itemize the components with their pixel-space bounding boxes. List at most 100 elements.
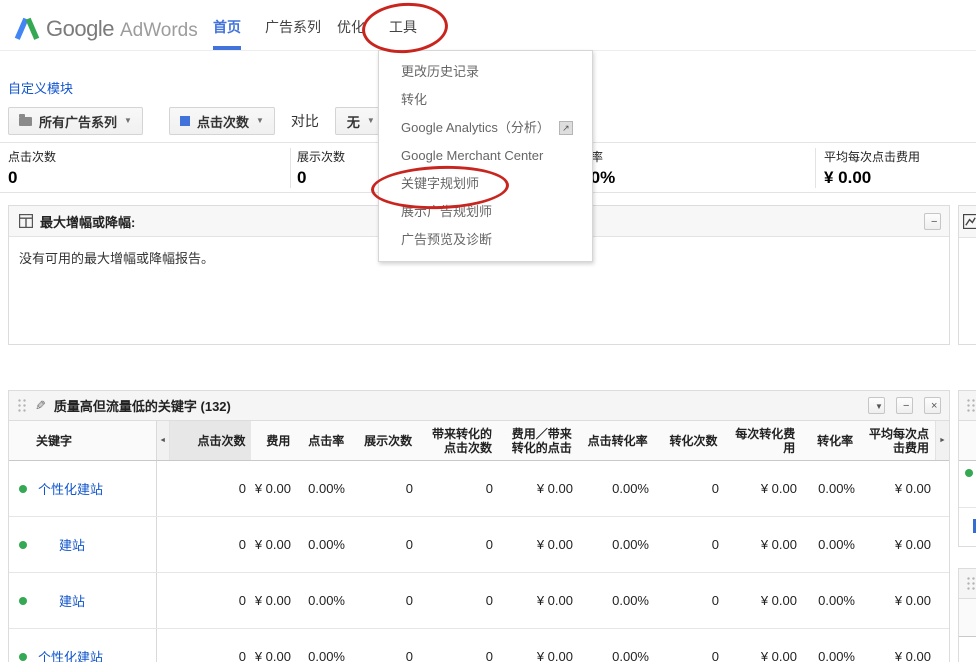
- panel-menu-button[interactable]: ▼: [868, 397, 885, 414]
- metric-cell: 0: [419, 461, 499, 516]
- customize-modules-link[interactable]: 自定义模块: [8, 78, 73, 97]
- column-header[interactable]: 展示次数: [350, 421, 418, 460]
- keyword-link[interactable]: 个性化建站: [38, 647, 103, 662]
- status-dot-icon: [19, 541, 27, 549]
- metric-cell: 0.00%: [803, 517, 861, 572]
- top-bar: Google AdWords 首页 广告系列优化 工具: [0, 0, 976, 51]
- minimize-panel-button[interactable]: −: [924, 213, 941, 230]
- metric-color-chip: [180, 116, 190, 126]
- metric-cell: 0: [419, 629, 499, 662]
- nav-item-工具[interactable]: 工具: [389, 17, 417, 37]
- scroll-columns-right-icon[interactable]: ►: [935, 421, 949, 460]
- column-header[interactable]: 费用: [251, 421, 296, 460]
- menu-item[interactable]: Google Merchant Center: [379, 142, 592, 170]
- close-panel-button[interactable]: ×: [924, 397, 941, 414]
- column-header[interactable]: 平均每次点击费用: [859, 421, 935, 460]
- metric-cell: ¥ 0.00: [252, 517, 297, 572]
- line-chart-icon: [963, 214, 976, 229]
- chevron-down-icon: ▼: [367, 117, 375, 125]
- keyword-cell: 建站: [9, 517, 157, 572]
- nav-item-优化[interactable]: 优化: [337, 17, 365, 37]
- metric-cell: 0: [655, 629, 725, 662]
- keyword-column-header: 关键字: [9, 421, 157, 460]
- column-header[interactable]: 点击转化率: [578, 421, 654, 460]
- metric-selector-button[interactable]: 点击次数 ▼: [169, 107, 275, 135]
- metric-cell: 0: [351, 461, 419, 516]
- menu-item-label: 展示广告规划师: [401, 198, 492, 226]
- stat-value: ¥ 0.00: [824, 168, 920, 188]
- tools-dropdown-menu: 更改历史记录转化Google Analytics（分析）↗Google Merc…: [378, 50, 593, 262]
- metric-cell: ¥ 0.00: [252, 629, 297, 662]
- metric-cell: 0: [351, 573, 419, 628]
- keyword-cell: 个性化建站: [9, 629, 157, 662]
- table-row: 个性化建站0¥ 0.000.00%00¥ 0.000.00%0¥ 0.000.0…: [9, 461, 949, 517]
- drag-handle-icon[interactable]: [17, 398, 27, 414]
- metric-cell: 0.00%: [579, 573, 655, 628]
- filter-row: 所有广告系列 ▼ 点击次数 ▼ 对比 无 ▼: [8, 107, 387, 135]
- table-row: 个性化建站0¥ 0.000.00%00¥ 0.000.00%0¥ 0.000.0…: [9, 629, 949, 662]
- table-row: 建站0¥ 0.000.00%00¥ 0.000.00%0¥ 0.000.00%¥…: [9, 573, 949, 629]
- metric-cell: ¥ 0.00: [725, 573, 803, 628]
- menu-item[interactable]: Google Analytics（分析）↗: [379, 114, 592, 142]
- keyword-table-titlebar: ✎ 质量高但流量低的关键字 (132) ▼ − ×: [9, 391, 949, 421]
- menu-item-label: 更改历史记录: [401, 58, 479, 86]
- metric-cell: ¥ 0.00: [499, 629, 579, 662]
- metric-cell: ¥ 0.00: [499, 461, 579, 516]
- keyword-table-body: 个性化建站0¥ 0.000.00%00¥ 0.000.00%0¥ 0.000.0…: [9, 461, 949, 662]
- metric-cell: ¥ 0.00: [861, 461, 937, 516]
- keyword-link[interactable]: 建站: [59, 535, 85, 554]
- keyword-cell: 建站: [9, 573, 157, 628]
- scroll-columns-left-icon[interactable]: ◄: [157, 421, 170, 460]
- stat-column: 平均每次点击费用 ¥ 0.00: [815, 148, 920, 188]
- keyword-table-title: 质量高但流量低的关键字 (132): [54, 396, 231, 415]
- folder-icon: [19, 117, 32, 126]
- campaign-filter-button[interactable]: 所有广告系列 ▼: [8, 107, 143, 135]
- metric-cell: ¥ 0.00: [725, 629, 803, 662]
- stat-label: 平均每次点击费用: [824, 148, 920, 165]
- nav-item-广告系列[interactable]: 广告系列: [265, 17, 321, 37]
- edit-pencil-icon[interactable]: ✎: [35, 398, 46, 414]
- menu-item[interactable]: 关键字规划师: [379, 170, 592, 198]
- column-header[interactable]: 转化次数: [654, 421, 724, 460]
- menu-item[interactable]: 广告预览及诊断: [379, 226, 592, 254]
- menu-item[interactable]: 更改历史记录: [379, 58, 592, 86]
- keyword-cell: 个性化建站: [9, 461, 157, 516]
- menu-item[interactable]: 展示广告规划师: [379, 198, 592, 226]
- right-chart-panel: [958, 205, 976, 345]
- metric-cell: ¥ 0.00: [861, 517, 937, 572]
- chevron-down-icon: ▼: [124, 117, 132, 125]
- metric-cell: 0: [157, 517, 252, 572]
- column-header[interactable]: 带来转化的点击次数: [418, 421, 498, 460]
- drag-handle-icon[interactable]: [966, 398, 976, 414]
- menu-item[interactable]: 转化: [379, 86, 592, 114]
- chevron-down-icon: ▼: [256, 117, 264, 125]
- nav-item-首页[interactable]: 首页: [213, 17, 241, 37]
- keyword-link[interactable]: 建站: [59, 591, 85, 610]
- metric-cell: 0.00%: [579, 517, 655, 572]
- status-dot-icon: [19, 653, 27, 661]
- column-header[interactable]: 费用／带来转化的点击: [498, 421, 578, 460]
- metric-cell: 0: [655, 461, 725, 516]
- column-header[interactable]: 每次转化费用: [723, 421, 801, 460]
- minimize-panel-button[interactable]: −: [896, 397, 913, 414]
- metric-cell: 0.00%: [297, 573, 351, 628]
- adwords-logo[interactable]: Google AdWords: [14, 10, 198, 42]
- metric-cell: ¥ 0.00: [252, 573, 297, 628]
- metric-cell: 0: [655, 573, 725, 628]
- adwords-wordmark: AdWords: [120, 20, 198, 42]
- stat-value: 0: [297, 168, 345, 188]
- menu-item-label: Google Merchant Center: [401, 142, 543, 170]
- drag-handle-icon[interactable]: [966, 576, 976, 592]
- status-dot-icon: [965, 469, 973, 477]
- column-header[interactable]: 转化率: [801, 421, 859, 460]
- keyword-link[interactable]: 个性化建站: [38, 479, 103, 498]
- metric-cell: ¥ 0.00: [725, 461, 803, 516]
- column-header[interactable]: 点击率: [296, 421, 350, 460]
- stat-value: 0: [8, 168, 56, 188]
- right-table-panel-2: [958, 568, 976, 662]
- adwords-a-icon: [14, 15, 40, 41]
- column-header[interactable]: 点击次数: [170, 421, 252, 460]
- metric-cell: 0: [419, 517, 499, 572]
- metric-cell: ¥ 0.00: [861, 573, 937, 628]
- adwords-home-screen: Google AdWords 首页 广告系列优化 工具 自定义模块 所有广告系列 ▼…: [0, 0, 976, 662]
